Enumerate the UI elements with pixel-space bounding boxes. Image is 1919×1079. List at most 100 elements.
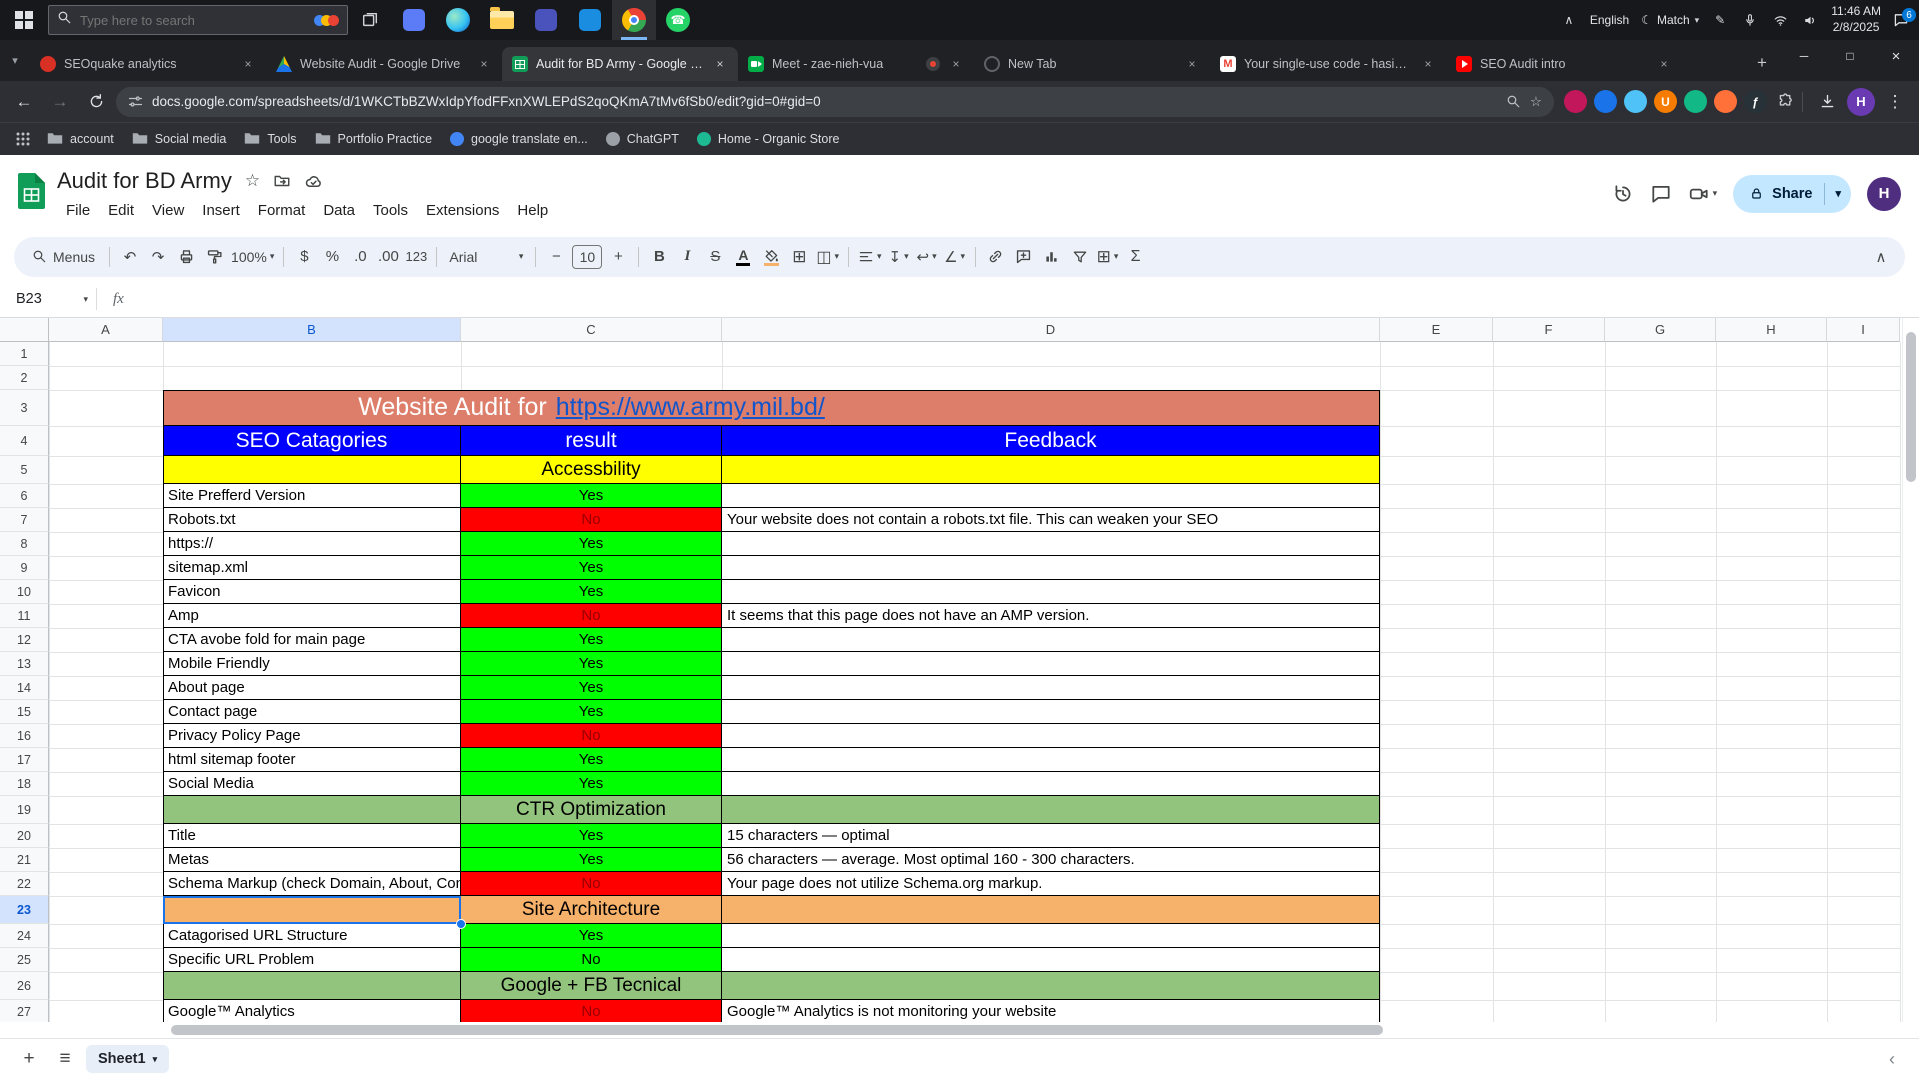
merge-cells-button[interactable]: ◫▾ [813, 243, 842, 271]
share-button[interactable]: Share ▾ [1733, 175, 1851, 213]
window-maximize-button[interactable]: □ [1827, 40, 1873, 72]
row-header-27[interactable]: 27 [0, 1000, 49, 1022]
browser-tab-1[interactable]: SEOquake analytics× [30, 47, 266, 81]
language-indicator[interactable]: English [1590, 13, 1629, 27]
row-header-10[interactable]: 10 [0, 580, 49, 604]
start-button[interactable] [0, 0, 48, 40]
fill-color-button[interactable] [757, 243, 785, 271]
cell-D22[interactable]: Your page does not utilize Schema.org ma… [722, 872, 1380, 896]
undo-button[interactable]: ↶ [116, 243, 144, 271]
extension-icon-1[interactable] [1564, 90, 1587, 113]
menu-data[interactable]: Data [314, 199, 364, 222]
cell-C13[interactable]: Yes [461, 652, 722, 676]
selection-fill-handle[interactable] [456, 919, 466, 929]
horizontal-scrollbar[interactable] [0, 1022, 1919, 1038]
cell-D26[interactable] [722, 972, 1380, 1000]
cell-C7[interactable]: No [461, 508, 722, 532]
cell-C15[interactable]: Yes [461, 700, 722, 724]
notification-button[interactable]: 6 [1893, 12, 1909, 28]
cell-B18[interactable]: Social Media [163, 772, 461, 796]
star-icon[interactable]: ☆ [245, 171, 260, 191]
back-button[interactable]: ← [8, 86, 40, 118]
cell-C8[interactable]: Yes [461, 532, 722, 556]
tab-search-chevron[interactable]: ▾ [0, 40, 30, 81]
sheets-logo[interactable] [18, 173, 45, 214]
cell-B9[interactable]: sitemap.xml [163, 556, 461, 580]
cell-B25[interactable]: Specific URL Problem [163, 948, 461, 972]
cell-B26[interactable] [163, 972, 461, 1000]
row-header-5[interactable]: 5 [0, 456, 49, 484]
cell-D6[interactable] [722, 484, 1380, 508]
site-info-icon[interactable] [128, 94, 143, 109]
cell-B6[interactable]: Site Prefferd Version [163, 484, 461, 508]
format-currency-button[interactable]: $ [290, 243, 318, 271]
extension-icon-7[interactable]: ƒ [1744, 90, 1767, 113]
cell-B21[interactable]: Metas [163, 848, 461, 872]
task-view-button[interactable] [348, 0, 392, 40]
row-header-4[interactable]: 4 [0, 426, 49, 456]
bookmark-account[interactable]: account [38, 127, 123, 152]
extension-icon-6[interactable] [1714, 90, 1737, 113]
horizontal-align-button[interactable]: ▾ [855, 243, 885, 271]
menu-help[interactable]: Help [508, 199, 557, 222]
cell-B4[interactable]: SEO Catagories [163, 426, 461, 456]
address-bar[interactable]: docs.google.com/spreadsheets/d/1WKCTbBZW… [116, 87, 1554, 117]
cell-D11[interactable]: It seems that this page does not have an… [722, 604, 1380, 628]
column-header-E[interactable]: E [1380, 318, 1493, 342]
browser-tab-5[interactable]: New Tab× [974, 47, 1210, 81]
sheet-tab-sheet1[interactable]: Sheet1▾ [86, 1045, 169, 1073]
document-title[interactable]: Audit for BD Army [57, 168, 232, 194]
font-size-input[interactable]: 10 [572, 245, 602, 269]
horizontal-scrollbar-thumb[interactable] [171, 1025, 1383, 1035]
browser-tab-3[interactable]: Audit for BD Army - Google Sh× [502, 47, 738, 81]
column-header-H[interactable]: H [1716, 318, 1827, 342]
cell-C21[interactable]: Yes [461, 848, 722, 872]
spreadsheet-grid[interactable]: ABCDEFGHI1234567891011121314151617181920… [0, 318, 1919, 1022]
pinned-app-taskbar-icon[interactable] [392, 0, 436, 40]
insert-link-button[interactable] [982, 243, 1010, 271]
cell-D25[interactable] [722, 948, 1380, 972]
share-dropdown-caret[interactable]: ▾ [1825, 175, 1851, 213]
tab-close-icon[interactable]: × [1184, 56, 1200, 72]
cell-C23[interactable]: Site Architecture [461, 896, 722, 924]
cell-C12[interactable]: Yes [461, 628, 722, 652]
cell-D21[interactable]: 56 characters — average. Most optimal 16… [722, 848, 1380, 872]
tab-close-icon[interactable]: × [1656, 56, 1672, 72]
name-box[interactable]: B23▾ [0, 291, 96, 307]
cell-B19[interactable] [163, 796, 461, 824]
cell-D20[interactable]: 15 characters — optimal [722, 824, 1380, 848]
forward-button[interactable]: → [44, 86, 76, 118]
cell-C26[interactable]: Google + FB Tecnical [461, 972, 722, 1000]
extension-icon-5[interactable] [1684, 90, 1707, 113]
row-header-7[interactable]: 7 [0, 508, 49, 532]
cell-B27[interactable]: Google™ Analytics [163, 1000, 461, 1022]
comment-history-icon[interactable] [1650, 183, 1672, 205]
vertical-align-button[interactable]: ↧▾ [885, 243, 913, 271]
row-header-20[interactable]: 20 [0, 824, 49, 848]
menu-view[interactable]: View [143, 199, 193, 222]
cell-B7[interactable]: Robots.txt [163, 508, 461, 532]
reload-button[interactable] [80, 86, 112, 118]
cell-D14[interactable] [722, 676, 1380, 700]
tab-close-icon[interactable]: × [1420, 56, 1436, 72]
cell-C9[interactable]: Yes [461, 556, 722, 580]
cell-C6[interactable]: Yes [461, 484, 722, 508]
cell-B12[interactable]: CTA avobe fold for main page [163, 628, 461, 652]
row-header-25[interactable]: 25 [0, 948, 49, 972]
cell-C18[interactable]: Yes [461, 772, 722, 796]
text-rotation-button[interactable]: ∠▾ [941, 243, 969, 271]
taskbar-search[interactable] [48, 5, 348, 35]
extension-icon-2[interactable] [1594, 90, 1617, 113]
cell-C5[interactable]: Accessbility [461, 456, 722, 484]
row-header-21[interactable]: 21 [0, 848, 49, 872]
font-family-select[interactable]: Arial▾ [443, 243, 529, 271]
zoom-select[interactable]: 100%▾ [228, 243, 277, 271]
outlook-taskbar-icon[interactable] [568, 0, 612, 40]
tab-close-icon[interactable]: × [240, 56, 256, 72]
cell-D9[interactable] [722, 556, 1380, 580]
formula-input[interactable] [140, 291, 1919, 307]
print-button[interactable] [172, 243, 200, 271]
row-header-19[interactable]: 19 [0, 796, 49, 824]
edge-taskbar-icon[interactable] [436, 0, 480, 40]
cell-D4[interactable]: Feedback [722, 426, 1380, 456]
